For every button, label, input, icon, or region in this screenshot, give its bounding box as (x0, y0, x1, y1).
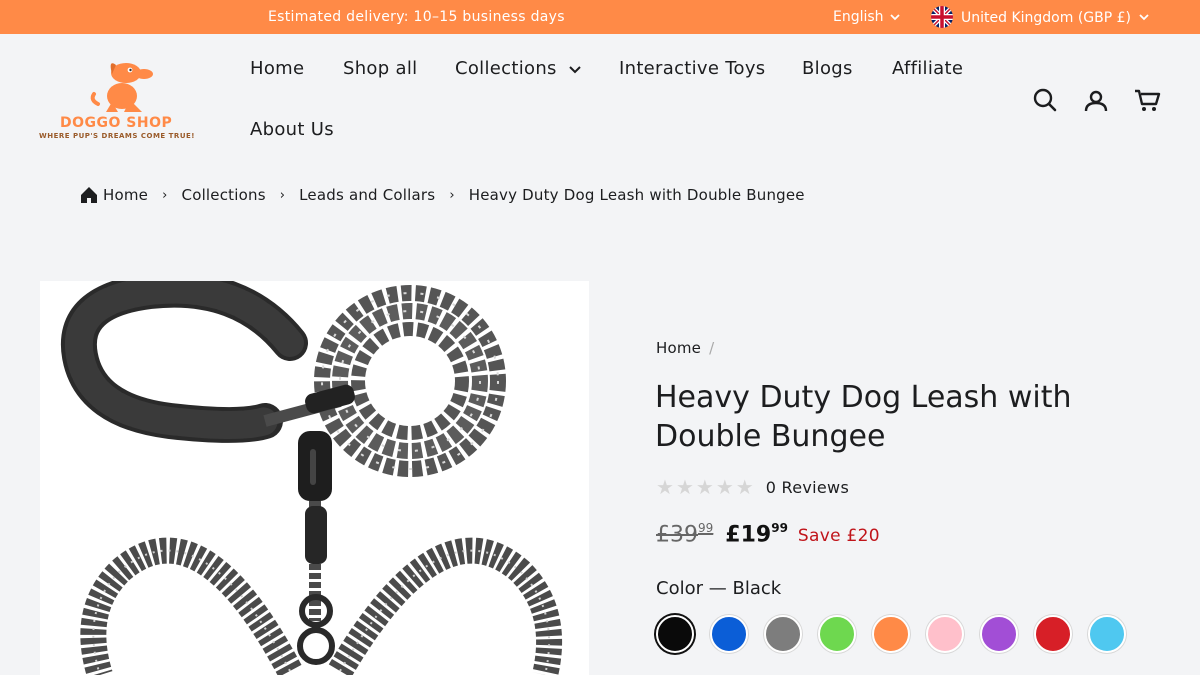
cart-icon[interactable] (1133, 86, 1161, 114)
nav-collections[interactable]: Collections (455, 58, 581, 79)
product-breadcrumb-home[interactable]: Home (656, 339, 701, 357)
product-breadcrumb: Home / (656, 339, 714, 357)
selected-color: Black (732, 578, 782, 599)
sale-price: £1999 (725, 521, 788, 548)
color-label-dash: — (708, 578, 727, 599)
nav-home[interactable]: Home (250, 58, 304, 79)
chevron-down-icon (569, 66, 581, 74)
chevron-down-icon (889, 14, 900, 21)
original-price-main: £39 (656, 522, 698, 548)
star-icon: ★ (695, 475, 714, 499)
language-label: English (833, 9, 884, 25)
chevron-down-icon (1139, 14, 1149, 21)
site-logo[interactable]: DOGGO SHOP WHERE PUP'S DREAMS COME TRUE! (38, 56, 203, 144)
breadcrumb-separator: › (162, 187, 168, 203)
star-icon: ★ (656, 475, 674, 499)
color-swatch[interactable] (818, 615, 856, 653)
color-swatch[interactable] (926, 615, 964, 653)
nav-affiliate[interactable]: Affiliate (892, 58, 963, 79)
color-swatch[interactable] (872, 615, 910, 653)
home-icon (81, 187, 97, 203)
color-swatch[interactable] (710, 615, 748, 653)
color-swatch[interactable] (656, 615, 694, 653)
nav-blogs[interactable]: Blogs (802, 58, 853, 79)
breadcrumb: Home › Collections › Leads and Collars ›… (80, 186, 805, 204)
breadcrumb-leads-and-collars[interactable]: Leads and Collars (299, 186, 435, 204)
breadcrumb-separator: / (709, 339, 715, 357)
language-selector[interactable]: English (833, 9, 900, 25)
color-swatches (656, 615, 1126, 653)
product-image[interactable] (40, 281, 589, 675)
color-label: Color — Black (656, 578, 781, 599)
announcement-bar: Estimated delivery: 10–15 business days … (0, 0, 1200, 34)
savings-badge: Save £20 (797, 526, 880, 546)
sale-price-main: £19 (725, 522, 772, 548)
star-icon: ★ (675, 475, 694, 499)
breadcrumb-separator: › (279, 187, 286, 203)
breadcrumb-collections[interactable]: Collections (182, 186, 266, 204)
nav-about-us[interactable]: About Us (250, 119, 334, 140)
product-price: £3999 £1999 Save £20 (656, 521, 880, 548)
star-icon: ★ (735, 475, 754, 499)
logo-name: DOGGO SHOP (60, 115, 173, 131)
dog-leash-image (60, 281, 563, 675)
original-price-cents: 99 (698, 521, 714, 535)
nav-shop-all[interactable]: Shop all (343, 58, 417, 79)
delivery-notice: Estimated delivery: 10–15 business days (268, 9, 565, 25)
color-swatch[interactable] (980, 615, 1018, 653)
review-count: 0 Reviews (765, 477, 850, 497)
country-selector[interactable]: United Kingdom (GBP £) (931, 6, 1149, 28)
country-label: United Kingdom (GBP £) (961, 10, 1131, 26)
breadcrumb-separator: › (449, 187, 455, 203)
uk-flag-icon (931, 6, 953, 28)
product-title: Heavy Duty Dog Leash with Double Bungee (655, 380, 1072, 454)
dog-logo-icon (90, 63, 153, 112)
breadcrumb-current: Heavy Duty Dog Leash with Double Bungee (468, 186, 805, 204)
star-icon: ★ (715, 475, 734, 499)
color-label-text: Color (656, 578, 703, 599)
color-swatch[interactable] (764, 615, 802, 653)
nav-collections-label: Collections (455, 58, 557, 79)
logo-tagline: WHERE PUP'S DREAMS COME TRUE! (39, 132, 195, 140)
sale-price-cents: 99 (771, 521, 788, 535)
account-icon[interactable] (1082, 87, 1110, 115)
search-icon[interactable] (1031, 86, 1059, 114)
color-swatch[interactable] (1088, 615, 1126, 653)
product-reviews[interactable]: ★ ★ ★ ★ ★ 0 Reviews (656, 477, 849, 497)
nav-interactive-toys[interactable]: Interactive Toys (619, 58, 765, 79)
color-swatch[interactable] (1034, 615, 1072, 653)
breadcrumb-home[interactable]: Home (103, 186, 148, 204)
original-price: £3999 (656, 521, 714, 548)
